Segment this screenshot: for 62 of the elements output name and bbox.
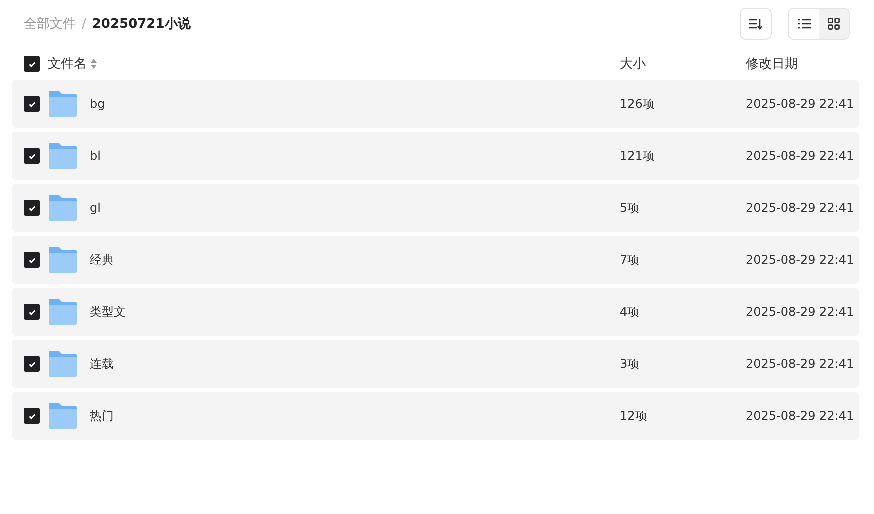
- folder-row[interactable]: gl 5项 2025-08-29 22:41: [12, 184, 859, 232]
- modified-date: 2025-08-29 22:41: [746, 97, 856, 111]
- item-count: 7项: [620, 252, 641, 268]
- column-header[interactable]: 文件名: [48, 55, 87, 73]
- sort-icon: [749, 18, 763, 30]
- check-icon: [28, 256, 36, 264]
- folder-name: gl: [90, 201, 101, 215]
- folder-icon: [48, 91, 78, 117]
- column-header[interactable]: 修改日期: [746, 55, 798, 73]
- item-count: 121项: [620, 148, 656, 164]
- modified-date: 2025-08-29 22:41: [746, 201, 856, 215]
- check-icon: [28, 100, 36, 108]
- row-checkbox[interactable]: [24, 148, 40, 164]
- modified-date: 2025-08-29 22:41: [746, 305, 856, 319]
- list-view-button[interactable]: [789, 9, 819, 39]
- grid-icon: [828, 18, 840, 30]
- folder-icon: [48, 195, 78, 221]
- folder-icon: [48, 299, 78, 325]
- folder-icon: [48, 351, 78, 377]
- modified-date: 2025-08-29 22:41: [746, 357, 856, 371]
- row-checkbox[interactable]: [24, 408, 40, 424]
- row-checkbox[interactable]: [24, 304, 40, 320]
- folder-name: 类型文: [90, 304, 126, 320]
- folder-row[interactable]: bg 126项 2025-08-29 22:41: [12, 80, 859, 128]
- sort-icon: [91, 59, 97, 69]
- breadcrumb-separator: /: [82, 16, 86, 32]
- folder-icon: [48, 403, 78, 429]
- row-checkbox[interactable]: [24, 356, 40, 372]
- check-icon: [28, 60, 36, 68]
- check-icon: [28, 360, 36, 368]
- folder-name: 经典: [90, 252, 114, 268]
- row-checkbox[interactable]: [24, 200, 40, 216]
- item-count: 4项: [620, 304, 641, 320]
- item-count: 3项: [620, 356, 641, 372]
- modified-date: 2025-08-29 22:41: [746, 149, 856, 163]
- column-header[interactable]: 大小: [620, 55, 646, 73]
- check-icon: [28, 204, 36, 212]
- folder-row[interactable]: 连载 3项 2025-08-29 22:41: [12, 340, 859, 388]
- check-icon: [28, 308, 36, 316]
- folder-icon: [48, 247, 78, 273]
- item-count: 126项: [620, 96, 656, 112]
- folder-icon: [48, 143, 78, 169]
- item-count: 12项: [620, 408, 648, 424]
- folder-row[interactable]: 经典 7项 2025-08-29 22:41: [12, 236, 859, 284]
- item-count: 5项: [620, 200, 641, 216]
- folder-row[interactable]: 热门 12项 2025-08-29 22:41: [12, 392, 859, 440]
- check-icon: [28, 152, 36, 160]
- folder-row[interactable]: 类型文 4项 2025-08-29 22:41: [12, 288, 859, 336]
- folder-name: 连载: [90, 356, 114, 372]
- check-icon: [28, 412, 36, 420]
- folder-name: bl: [90, 149, 101, 163]
- modified-date: 2025-08-29 22:41: [746, 253, 856, 267]
- select-all-checkbox[interactable]: [24, 56, 40, 72]
- sort-button[interactable]: [740, 8, 772, 40]
- list-icon: [798, 19, 810, 29]
- row-checkbox[interactable]: [24, 252, 40, 268]
- folder-row[interactable]: bl 121项 2025-08-29 22:41: [12, 132, 859, 180]
- row-checkbox[interactable]: [24, 96, 40, 112]
- folder-name: 热门: [90, 408, 114, 424]
- folder-name: bg: [90, 97, 106, 111]
- modified-date: 2025-08-29 22:41: [746, 409, 856, 423]
- breadcrumb-item: 20250721小说: [92, 16, 191, 33]
